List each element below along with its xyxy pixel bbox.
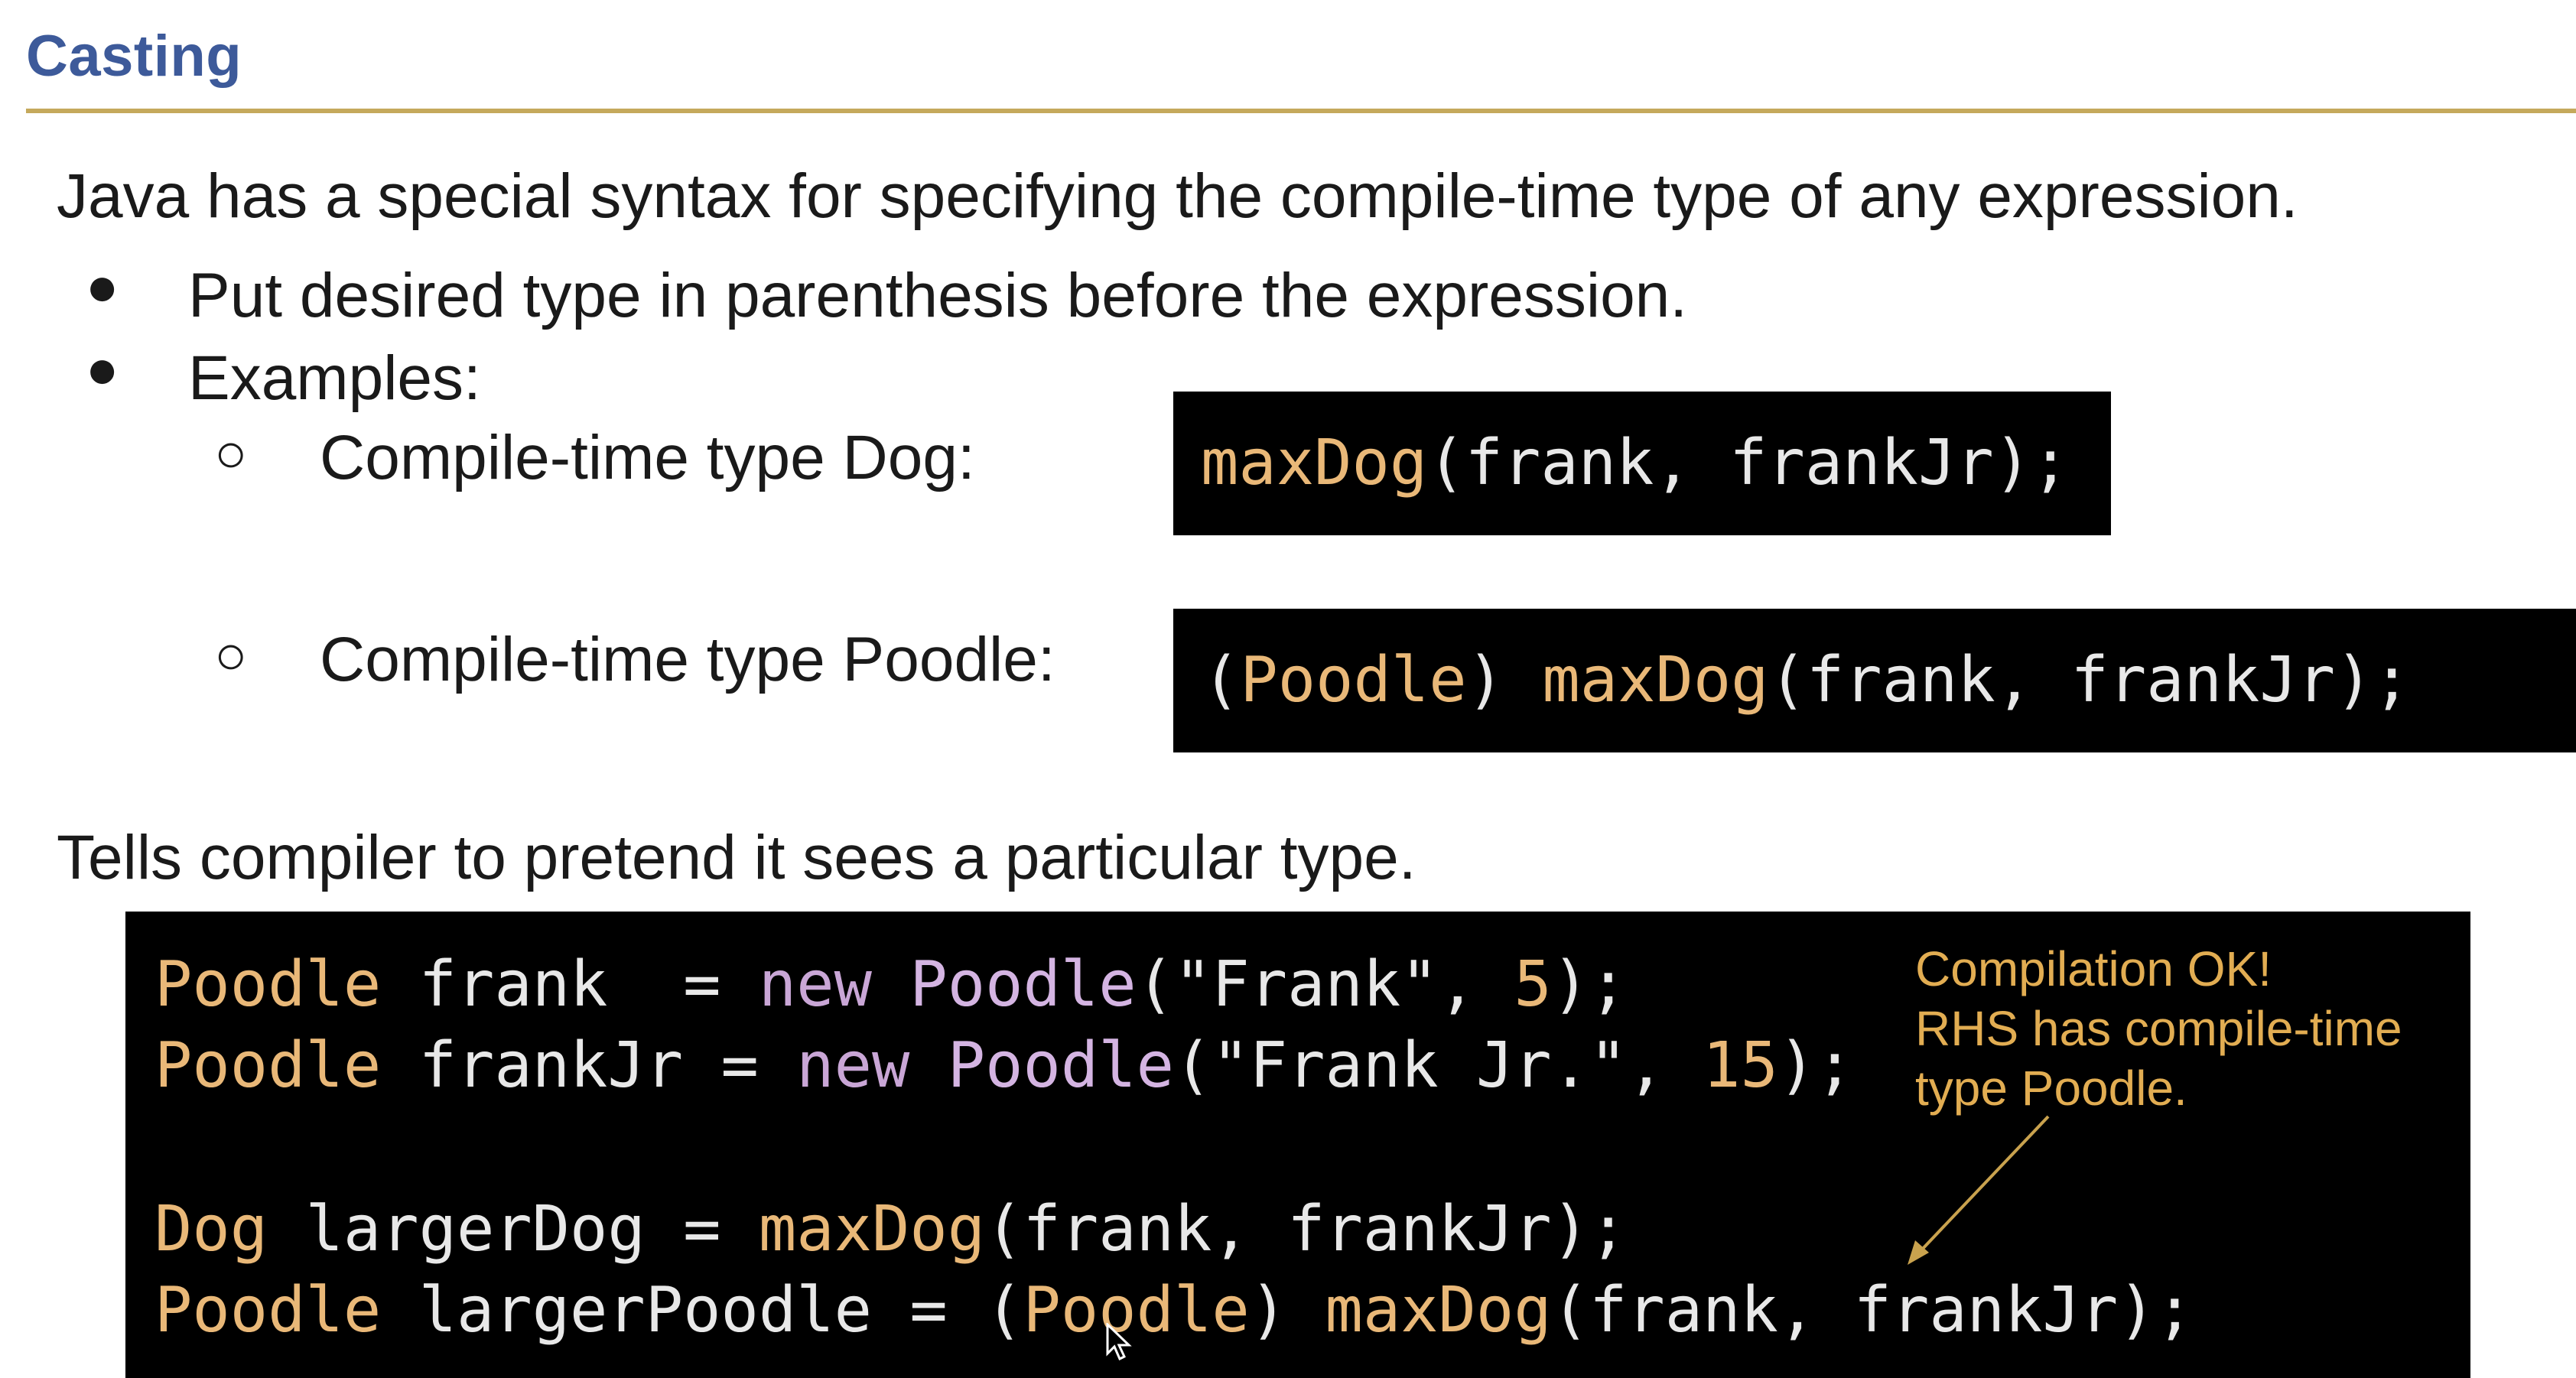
bullet-text: Put desired type in parenthesis before t… [188,261,1688,330]
code-args: (frank, frankJr); [1768,644,2411,717]
code-example-dog: maxDog(frank, frankJr); [1173,392,2111,535]
code-example-poodle: (Poodle) maxDog(frank, frankJr); [1173,609,2576,752]
hollow-circle-icon: ○ [214,625,248,686]
sub-bullet-text: Compile-time type Dog: [320,423,975,492]
code-function: maxDog [1201,427,1428,499]
tells-text: Tells compiler to pretend it sees a part… [57,823,1416,892]
code-args: (frank, frankJr); [1427,427,2070,499]
bullet-dot-icon: ● [86,339,119,400]
annotation-arrow-icon [1908,1115,2050,1265]
sub-bullet-text: Compile-time type Poodle: [320,625,1055,694]
slide-title: Casting [26,24,242,89]
code-paren: ) [1466,644,1543,717]
code-block: Poodle frank = new Poodle("Frank", 5); P… [125,912,2470,1378]
bullet-dot-icon: ● [86,256,119,317]
intro-text: Java has a special syntax for specifying… [57,161,2298,231]
bullet-text: Examples: [188,343,481,413]
hollow-circle-icon: ○ [214,423,248,484]
code-cast-type: Poodle [1240,644,1467,717]
code-function: maxDog [1542,644,1769,717]
title-divider [26,109,2576,113]
code-paren: ( [1202,644,1241,717]
mouse-cursor-icon [1106,1323,1132,1361]
